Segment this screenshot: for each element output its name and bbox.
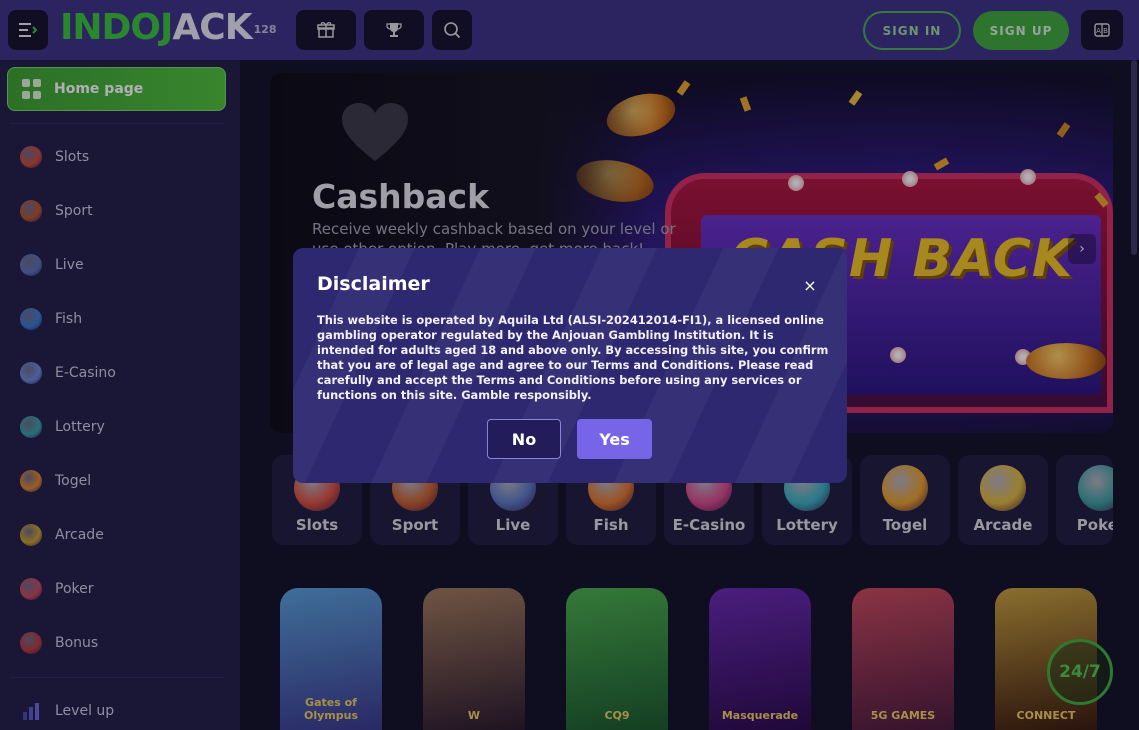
yes-button[interactable]: Yes — [577, 419, 652, 459]
disclaimer-modal: Disclaimer × This website is operated by… — [293, 248, 847, 483]
no-button[interactable]: No — [487, 419, 561, 459]
close-icon: × — [803, 275, 817, 295]
close-button[interactable]: × — [801, 275, 819, 295]
modal-body-text: This website is operated by Aquila Ltd (… — [317, 313, 829, 403]
modal-title: Disclaimer — [317, 273, 430, 295]
